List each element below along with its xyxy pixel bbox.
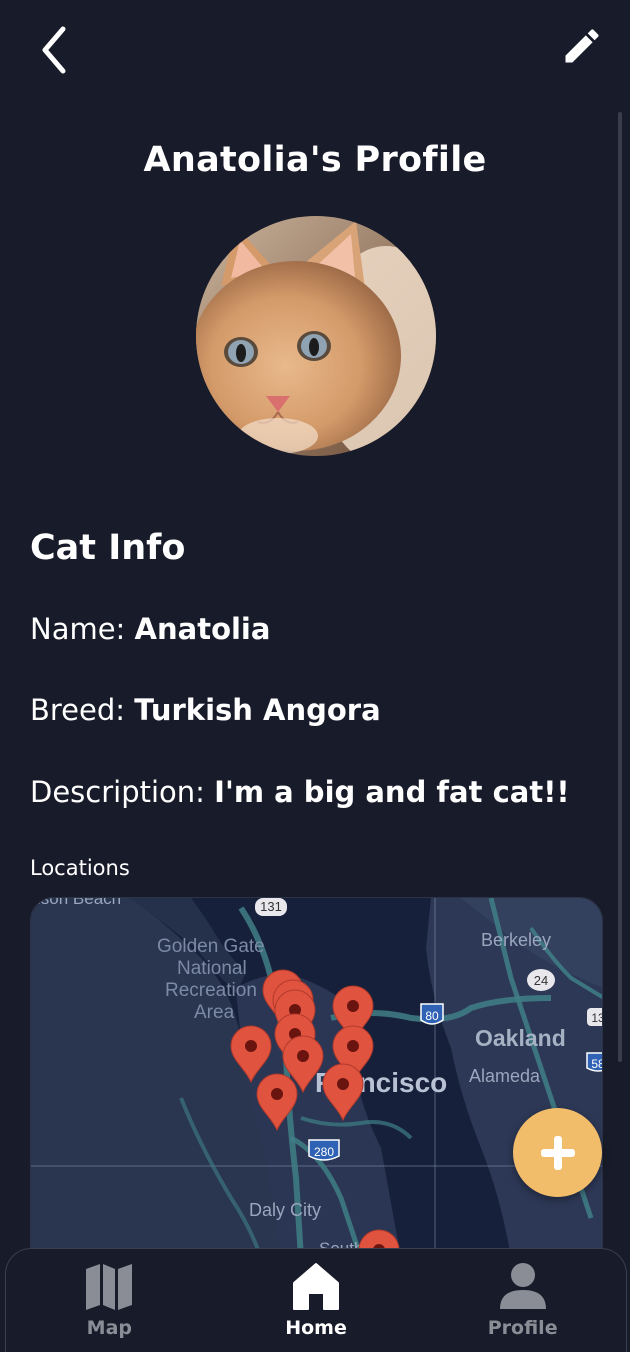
- map-label-ggnra-1: Golden Gate: [157, 936, 265, 957]
- map-label-ggnra-4: Area: [194, 1002, 235, 1023]
- name-value: Anatolia: [134, 612, 271, 646]
- cat-avatar: [196, 216, 436, 456]
- map-label-oakland: Oakland: [475, 1025, 566, 1051]
- name-label: Name:: [30, 612, 126, 646]
- map-highway-131: 131: [260, 899, 282, 914]
- map-highway-58: 58: [591, 1057, 603, 1071]
- breed-row: Breed: Turkish Angora: [30, 693, 381, 727]
- chevron-left-icon: [42, 26, 66, 74]
- nav-item-home[interactable]: Home: [213, 1249, 420, 1352]
- page-title: Anatolia's Profile: [143, 140, 487, 180]
- map-highway-24: 24: [534, 973, 548, 988]
- map-label-ggnra-2: National: [177, 958, 247, 979]
- map-icon: [86, 1264, 133, 1310]
- map-label-berkeley: Berkeley: [481, 930, 551, 950]
- breed-value: Turkish Angora: [134, 693, 381, 727]
- bottom-nav: Map Home Profile: [5, 1248, 627, 1352]
- map-highway-80: 80: [425, 1009, 439, 1023]
- edit-button[interactable]: [556, 20, 608, 72]
- cat-info-heading: Cat Info: [30, 528, 186, 568]
- nav-label-profile: Profile: [487, 1317, 558, 1339]
- map-label-daly-city: Daly City: [249, 1200, 321, 1220]
- locations-label: Locations: [30, 856, 130, 880]
- nav-label-map: Map: [86, 1317, 132, 1339]
- nav-item-profile[interactable]: Profile: [419, 1249, 626, 1352]
- home-icon: [293, 1263, 339, 1310]
- map-label-ggnra-3: Recreation: [165, 980, 257, 1001]
- description-row: Description: I'm a big and fat cat!!: [30, 775, 570, 809]
- scrollbar[interactable]: [618, 112, 622, 1062]
- add-location-button[interactable]: [513, 1108, 602, 1197]
- locations-map[interactable]: 131 24 80 280 13 58 ison Beach Golden Ga…: [30, 897, 603, 1257]
- name-row: Name: Anatolia: [30, 612, 270, 646]
- nav-item-map[interactable]: Map: [6, 1249, 213, 1352]
- breed-label: Breed:: [30, 693, 126, 727]
- description-value: I'm a big and fat cat!!: [214, 775, 570, 809]
- map-highway-13: 13: [591, 1011, 603, 1025]
- nav-label-home: Home: [285, 1317, 347, 1339]
- map-label-alameda: Alameda: [469, 1066, 541, 1086]
- person-icon: [499, 1263, 546, 1309]
- plus-icon: [540, 1135, 575, 1170]
- map-highway-280: 280: [314, 1145, 334, 1159]
- description-label: Description:: [30, 775, 205, 809]
- pencil-icon: [565, 29, 599, 63]
- back-button[interactable]: [28, 22, 80, 78]
- map-label-beach: ison Beach: [37, 898, 121, 908]
